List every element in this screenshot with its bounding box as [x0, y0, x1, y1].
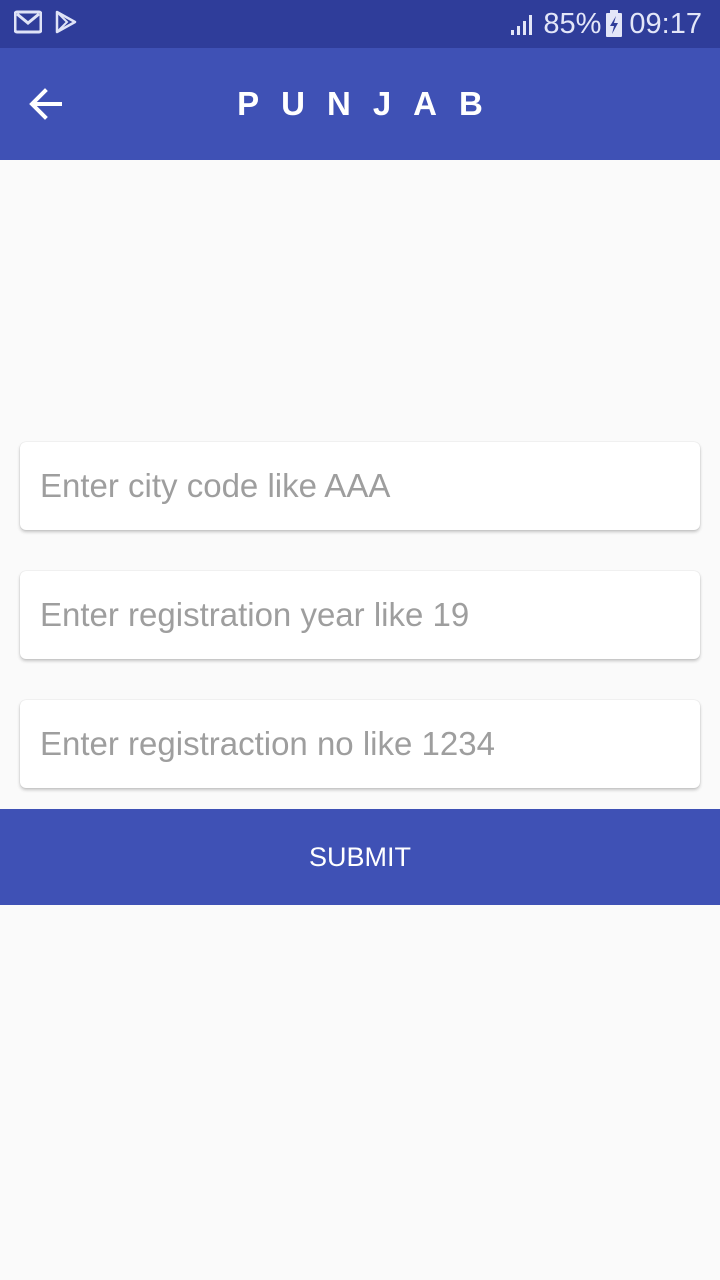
gmail-icon: [13, 10, 43, 34]
system-status: 85% 09:17: [509, 0, 702, 48]
status-bar: 85% 09:17: [0, 0, 720, 48]
notification-icons: [13, 10, 78, 34]
registration-number-input[interactable]: [20, 700, 700, 788]
city-code-field-card: [20, 442, 700, 530]
city-code-input[interactable]: [20, 442, 700, 530]
play-store-icon: [54, 10, 78, 34]
clock-time: 09:17: [629, 7, 702, 40]
page-title: PUNJAB: [237, 85, 505, 122]
battery-charging-icon: [605, 10, 623, 38]
registration-year-field-card: [20, 571, 700, 659]
registration-number-field-card: [20, 700, 700, 788]
registration-year-input[interactable]: [20, 571, 700, 659]
battery-percentage: 85%: [543, 7, 602, 40]
app-toolbar: PUNJAB: [0, 48, 720, 160]
submit-button[interactable]: SUBMIT: [0, 809, 720, 905]
signal-icon: [509, 12, 535, 36]
